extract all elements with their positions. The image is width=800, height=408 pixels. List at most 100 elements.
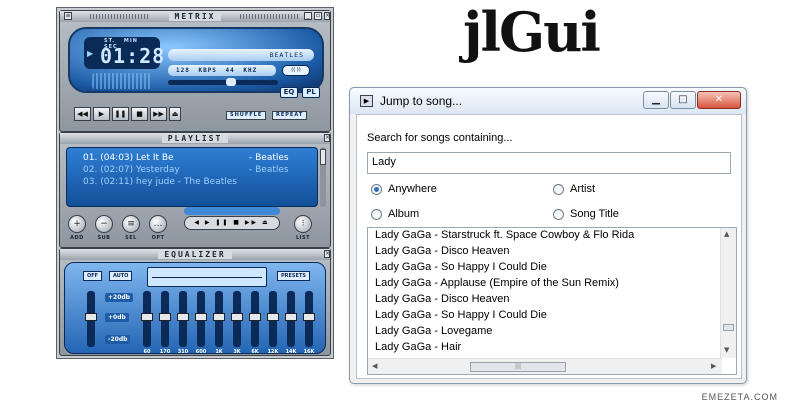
eq-band-slider[interactable] — [141, 291, 153, 347]
close-icon[interactable]: × — [324, 250, 330, 258]
eq-band-label: 310 — [177, 349, 189, 355]
eject-button[interactable]: ⏏ — [169, 107, 181, 121]
eq-auto-toggle[interactable]: AUTO — [109, 271, 133, 281]
track-artist: - Beatles — [249, 165, 289, 175]
track-length: (02:07) — [100, 165, 134, 175]
sub-button[interactable]: − — [95, 215, 113, 233]
slider-knob[interactable] — [303, 313, 315, 321]
horizontal-scrollbar[interactable]: ◀ ||| ▶ — [368, 358, 722, 374]
radio-song-title[interactable]: Song Title — [553, 208, 619, 220]
equalizer-titlebar[interactable]: EQUALIZER × — [60, 249, 330, 260]
maximize-button[interactable]: □ — [670, 91, 696, 109]
radio-song-title-label: Song Title — [570, 208, 619, 220]
eq-band-slider[interactable] — [267, 291, 279, 347]
eq-band-slider[interactable] — [177, 291, 189, 347]
eq-toggle-button[interactable]: EQ — [280, 87, 298, 98]
repeat-button[interactable]: REPEAT — [272, 111, 308, 120]
scroll-left-icon[interactable]: ◀ — [372, 362, 377, 370]
list-item[interactable]: Lady GaGa - Disco Heaven — [368, 244, 736, 260]
previous-button[interactable]: ◀◀ — [74, 107, 91, 121]
results-list[interactable]: Lady GaGa - Starstruck ft. Space Cowboy … — [367, 227, 737, 375]
playlist-titlebar[interactable]: PLAYLIST × — [60, 133, 330, 144]
playlist-item[interactable]: 03. (02:11) hey jude - The Beatles — [67, 176, 317, 188]
stop-button[interactable]: ■ — [131, 107, 148, 121]
seek-bar[interactable] — [168, 78, 278, 86]
eq-band-slider[interactable] — [213, 291, 225, 347]
playlist-item[interactable]: 01. (04:03) Let It Be - Beatles — [67, 152, 317, 164]
slider-knob[interactable] — [195, 313, 207, 321]
playlist-scrollbar[interactable] — [320, 147, 326, 207]
close-icon[interactable]: × — [324, 12, 330, 20]
sel-button-group: ≡ SEL — [122, 215, 140, 241]
slider-knob[interactable] — [285, 313, 297, 321]
minimize-button[interactable]: ▁ — [643, 91, 669, 109]
preamp-slider[interactable] — [85, 291, 97, 347]
eq-band-slider[interactable] — [195, 291, 207, 347]
list-item[interactable]: Lady GaGa - Disco Heaven — [368, 292, 736, 308]
play-button[interactable]: ▶ — [93, 107, 110, 121]
shuffle-button[interactable]: SHUFFLE — [226, 111, 267, 120]
playlist-toggle-button[interactable]: PL — [302, 87, 320, 98]
list-item[interactable]: Lady GaGa - Hair — [368, 340, 736, 356]
scroll-right-icon[interactable]: ▶ — [711, 362, 716, 370]
main-display: ST. MIN SEC ▶ 01:28 BEATLES 128 KBPS 44 … — [68, 27, 324, 98]
close-icon[interactable]: × — [324, 134, 330, 142]
radio-anywhere[interactable]: Anywhere — [371, 183, 437, 195]
scroll-up-icon[interactable]: ▲ — [724, 230, 729, 238]
close-button[interactable]: ✕ — [697, 91, 741, 109]
slider-knob[interactable] — [249, 313, 261, 321]
track-number: 03. — [83, 177, 98, 187]
list-item[interactable]: Lady GaGa - So Happy I Could Die — [368, 260, 736, 276]
eq-curve-graph — [147, 267, 267, 287]
time-display[interactable]: ST. MIN SEC ▶ 01:28 — [84, 37, 164, 69]
shade-icon[interactable]: ▫ — [314, 12, 322, 20]
main-titlebar[interactable]: METRIX ≡ _ ▫ × — [60, 11, 330, 22]
scroll-thumb[interactable] — [320, 149, 326, 165]
slider-knob[interactable] — [267, 313, 279, 321]
menu-icon[interactable]: ≡ — [64, 12, 72, 20]
next-button[interactable]: ▶▶ — [150, 107, 167, 121]
scroll-down-icon[interactable]: ▼ — [724, 346, 729, 354]
radio-artist[interactable]: Artist — [553, 183, 595, 195]
minimize-icon[interactable]: _ — [304, 12, 312, 20]
vertical-scrollbar[interactable]: ▲ ▼ — [720, 228, 736, 358]
eq-band-slider[interactable] — [159, 291, 171, 347]
eq-band-slider[interactable] — [303, 291, 315, 347]
visualizer[interactable] — [92, 73, 152, 89]
slider-knob[interactable] — [85, 313, 97, 321]
slider-knob[interactable] — [141, 313, 153, 321]
eq-band-slider[interactable] — [231, 291, 243, 347]
list-item[interactable]: Lady GaGa - Lovegame — [368, 324, 736, 340]
mini-transport[interactable]: ◀ ▶ ❚❚ ■ ▶▶ ⏏ — [184, 216, 280, 230]
list-item[interactable]: Lady GaGa - Applause (Empire of the Sun … — [368, 276, 736, 292]
search-input[interactable]: Lady — [367, 152, 731, 174]
list-button[interactable]: ⁝ — [294, 215, 312, 233]
sel-button[interactable]: ≡ — [122, 215, 140, 233]
playlist-window: PLAYLIST × 01. (04:03) Let It Be - Beatl… — [59, 132, 331, 248]
scroll-thumb[interactable] — [723, 324, 734, 331]
eq-band-slider[interactable] — [285, 291, 297, 347]
eq-band-label: 60 — [143, 349, 151, 355]
playlist-item[interactable]: 02. (02:07) Yesterday - Beatles — [67, 164, 317, 176]
opt-button[interactable]: … — [149, 215, 167, 233]
jump-to-song-dialog: ▶ Jump to song... ▁ □ ✕ Search for songs… — [349, 87, 747, 384]
slider-knob[interactable] — [159, 313, 171, 321]
eq-presets-button[interactable]: PRESETS — [277, 271, 310, 281]
list-label: LIST — [295, 235, 311, 241]
scroll-thumb[interactable]: ||| — [470, 362, 566, 372]
eq-off-toggle[interactable]: OFF — [83, 271, 103, 281]
pause-button[interactable]: ❚❚ — [112, 107, 129, 121]
add-button[interactable]: + — [68, 215, 86, 233]
slider-knob[interactable] — [177, 313, 189, 321]
list-item[interactable]: Lady GaGa - So Happy I Could Die — [368, 308, 736, 324]
dialog-titlebar[interactable]: ▶ Jump to song... ▁ □ ✕ — [350, 88, 746, 114]
eq-band-slider[interactable] — [249, 291, 261, 347]
list-item[interactable]: Lady GaGa - Starstruck ft. Space Cowboy … — [368, 228, 736, 244]
slider-knob[interactable] — [231, 313, 243, 321]
slider-knob[interactable] — [213, 313, 225, 321]
seek-knob[interactable] — [226, 78, 236, 86]
radio-album[interactable]: Album — [371, 208, 419, 220]
opt-button-group: … OPT — [149, 215, 167, 241]
track-number: 01. — [83, 153, 98, 163]
radio-unselected-icon — [371, 208, 382, 220]
